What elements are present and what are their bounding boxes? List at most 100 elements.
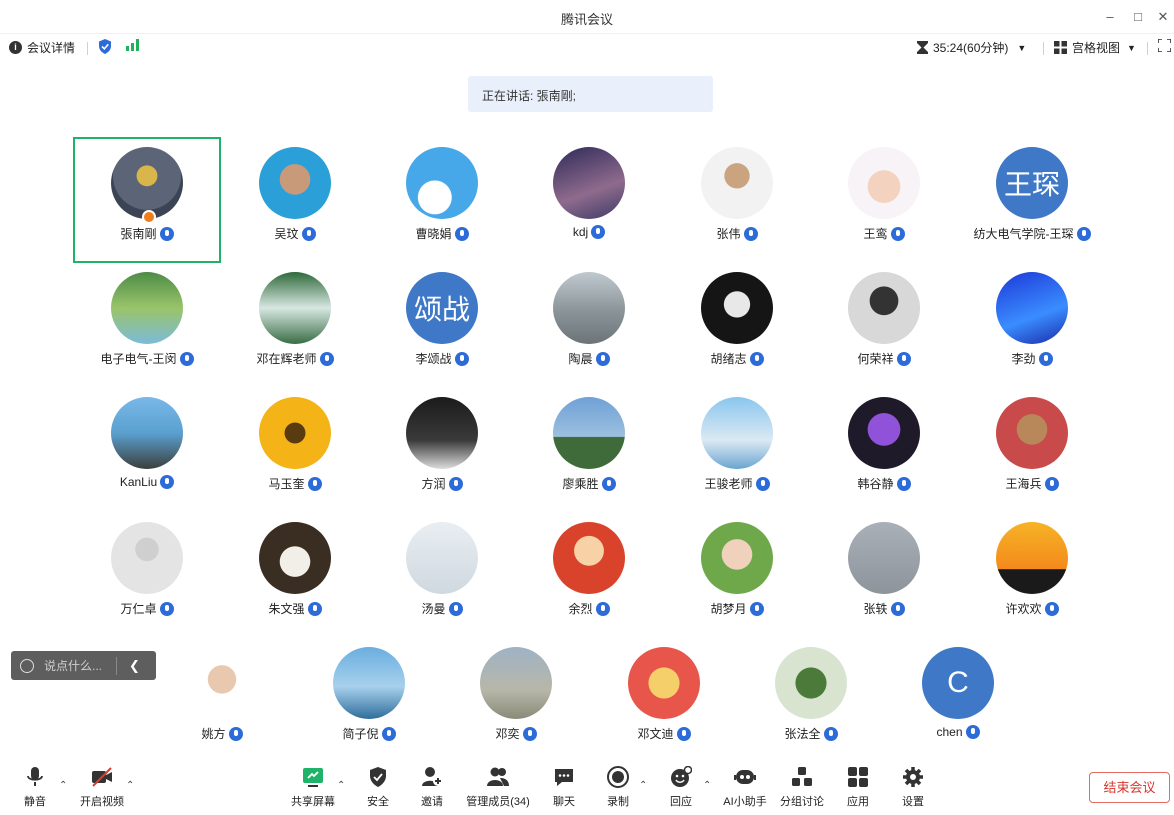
participant-tile[interactable]: 王海兵 — [958, 387, 1106, 513]
participant-tile[interactable]: 曹晓娟 — [368, 137, 516, 263]
emoji-icon[interactable] — [20, 658, 34, 673]
microphone-icon — [595, 601, 610, 616]
participant-tile[interactable]: 胡梦月 — [663, 512, 811, 638]
participant-name-row: KanLiu — [73, 475, 221, 489]
microphone-icon — [228, 726, 243, 741]
participant-tile[interactable]: 汤曼 — [368, 512, 516, 638]
close-icon[interactable]: ✕ — [1152, 6, 1174, 28]
manage-members-button[interactable]: 管理成员(34) — [458, 766, 538, 809]
chat-placeholder[interactable]: 说点什么... — [44, 657, 102, 674]
participant-tile[interactable]: 邓文迪 — [590, 637, 738, 763]
participant-tile[interactable]: 姚方 — [148, 637, 296, 763]
participant-tile[interactable]: 张轶 — [810, 512, 958, 638]
participant-tile[interactable]: 韩谷静 — [810, 387, 958, 513]
participant-tile[interactable]: 张伟 — [663, 137, 811, 263]
participant-tile[interactable]: 王骏老师 — [663, 387, 811, 513]
participant-tile[interactable]: 何荣祥 — [810, 262, 958, 388]
divider — [87, 42, 88, 55]
participant-name-row: chen — [884, 725, 1032, 739]
grid-view-icon — [1054, 41, 1067, 54]
participant-name-row: 王鸾 — [810, 225, 958, 242]
avatar — [996, 397, 1068, 469]
breakout-rooms-button[interactable]: 分组讨论 — [772, 766, 832, 809]
chevron-up-icon[interactable]: ⌃ — [59, 780, 67, 791]
active-speaker-banner: 正在讲话: 張南剛; — [468, 76, 713, 112]
participant-tile[interactable]: KanLiu — [73, 387, 221, 513]
chevron-left-icon[interactable]: ❮ — [129, 658, 140, 674]
reaction-button[interactable]: 回应 — [651, 765, 711, 809]
microphone-icon — [179, 351, 194, 366]
end-meeting-button[interactable]: 结束会议 — [1089, 772, 1170, 803]
participant-name-row: 張南剛 — [75, 225, 219, 242]
participant-tile[interactable]: 万仁卓 — [73, 512, 221, 638]
participant-tile[interactable]: 张法全 — [737, 637, 885, 763]
participant-tile[interactable]: 胡绪志 — [663, 262, 811, 388]
meeting-details-button[interactable]: i 会议详情 — [9, 39, 75, 56]
participant-tile[interactable]: 王琛 纺大电气学院-王琛 — [958, 137, 1106, 263]
avatar — [628, 647, 700, 719]
participant-tile[interactable]: 王鸾 — [810, 137, 958, 263]
participant-tile[interactable]: 朱文强 — [221, 512, 369, 638]
microphone-icon — [743, 226, 758, 241]
chevron-up-icon[interactable]: ⌃ — [639, 780, 647, 791]
participant-name: 汤曼 — [421, 602, 446, 616]
participant-name: 张伟 — [716, 227, 741, 241]
maximize-icon[interactable]: □ — [1127, 6, 1149, 28]
participant-tile[interactable]: 马玉奎 — [221, 387, 369, 513]
participant-tile[interactable]: 張南剛 — [73, 137, 221, 263]
ai-assistant-label: AI小助手 — [723, 796, 767, 808]
microphone-icon — [1044, 601, 1059, 616]
signal-icon[interactable] — [126, 39, 140, 51]
participant-name-row: 纺大电气学院-王琛 — [958, 225, 1106, 242]
participant-name: 方润 — [421, 477, 446, 491]
participant-name-row: 邓在辉老师 — [221, 350, 369, 367]
participant-tile[interactable]: 邓在辉老师 — [221, 262, 369, 388]
quick-chat-bar[interactable]: 说点什么... ❮ — [11, 651, 156, 680]
fullscreen-icon[interactable] — [1158, 39, 1171, 52]
record-icon — [607, 766, 629, 788]
participant-tile[interactable]: 电子电气-王闵 — [73, 262, 221, 388]
participant-tile[interactable]: 颂战 李颂战 — [368, 262, 516, 388]
minimize-icon[interactable]: – — [1099, 6, 1121, 28]
start-video-button[interactable]: 开启视频 — [72, 766, 132, 809]
settings-button[interactable]: 设置 — [883, 766, 943, 809]
host-badge-icon — [142, 210, 156, 224]
participant-name: 纺大电气学院-王琛 — [973, 227, 1074, 241]
participant-name-row: 李劲 — [958, 350, 1106, 367]
security-button[interactable]: 安全 — [348, 766, 408, 809]
participant-tile[interactable]: 陶晨 — [515, 262, 663, 388]
chevron-up-icon[interactable]: ⌃ — [337, 780, 345, 791]
mute-button[interactable]: 静音 — [5, 766, 65, 809]
participant-tile[interactable]: 简子倪 — [295, 637, 443, 763]
microphone-icon — [159, 226, 174, 241]
participant-tile[interactable]: 许欢欢 — [958, 512, 1106, 638]
avatar — [848, 272, 920, 344]
invite-button[interactable]: 邀请 — [402, 766, 462, 809]
avatar — [701, 272, 773, 344]
participant-tile[interactable]: 吴玟 — [221, 137, 369, 263]
chevron-up-icon[interactable]: ⌃ — [126, 780, 134, 791]
participant-tile[interactable]: 廖乘胜 — [515, 387, 663, 513]
microphone-icon — [1076, 226, 1091, 241]
participant-tile[interactable]: 李劲 — [958, 262, 1106, 388]
participant-tile[interactable]: Cchen — [884, 637, 1032, 763]
participant-tile[interactable]: 余烈 — [515, 512, 663, 638]
security-shield-icon[interactable] — [98, 39, 112, 54]
ai-assistant-button[interactable]: AI小助手 — [715, 766, 775, 809]
view-mode-button[interactable]: 宫格视图 ▼ — [1054, 39, 1136, 56]
robot-icon — [734, 766, 756, 788]
microphone-icon — [896, 476, 911, 491]
participant-tile[interactable]: 邓奕 — [442, 637, 590, 763]
participant-tile[interactable]: 方润 — [368, 387, 516, 513]
avatar — [701, 397, 773, 469]
avatar — [406, 397, 478, 469]
avatar — [996, 522, 1068, 594]
apps-button[interactable]: 应用 — [828, 766, 888, 809]
participant-tile[interactable]: kdj — [515, 137, 663, 263]
share-screen-button[interactable]: 共享屏幕 — [283, 766, 343, 809]
participant-name-row: 张伟 — [663, 225, 811, 242]
avatar — [775, 647, 847, 719]
chevron-up-icon[interactable]: ⌃ — [703, 780, 711, 791]
meeting-timer[interactable]: 35:24(60分钟) ▼ — [917, 39, 1026, 56]
chat-button[interactable]: 聊天 — [534, 766, 594, 809]
